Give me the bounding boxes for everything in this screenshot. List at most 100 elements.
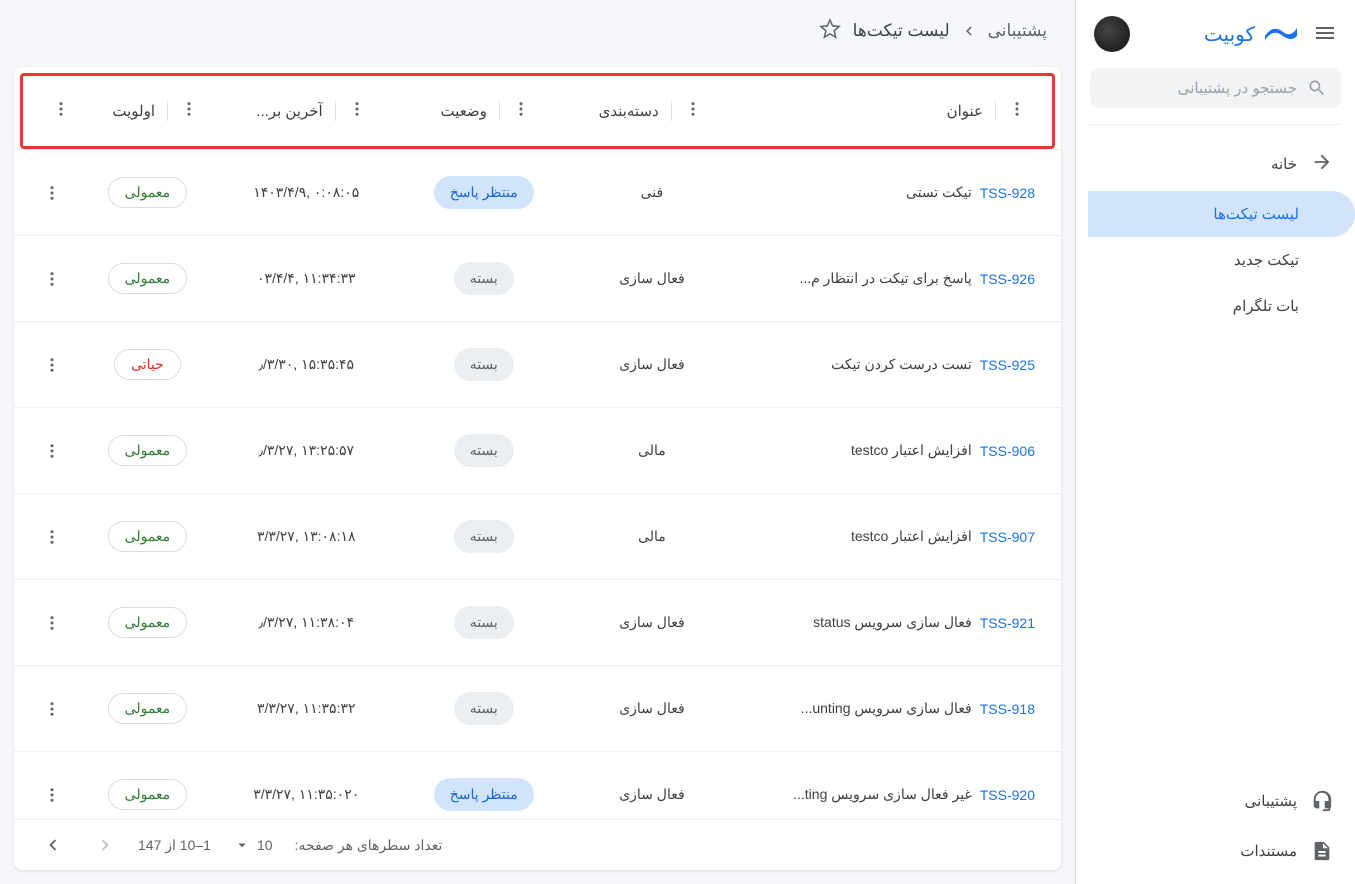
ticket-id[interactable]: TSS-907 — [980, 529, 1035, 545]
cell-status: بسته — [400, 606, 568, 639]
table-row[interactable]: TSS-928 تیکت تستی فنیمنتظر پاسخ۱۴۰۳/۴/۹, ۰… — [14, 149, 1061, 235]
nav-telegram-bot[interactable]: بات تلگرام — [1088, 283, 1355, 329]
status-badge: بسته — [454, 348, 514, 381]
th-updated[interactable]: آخرین بر... — [219, 100, 402, 122]
cell-updated: ٫/۳/۲۷, ۱۱:۳۸:۰۴ — [213, 614, 400, 631]
ticket-id[interactable]: TSS-920 — [980, 787, 1035, 803]
cell-updated: ٫/۳/۲۷, ۱۳:۲۵:۵۷ — [213, 442, 400, 459]
status-badge: بسته — [454, 520, 514, 553]
row-actions[interactable] — [22, 184, 82, 202]
cell-title: TSS-920غیر فعال سازی سرویس ting... — [736, 786, 1053, 803]
ticket-subject: تیکت تستی — [906, 184, 972, 201]
page-prev-icon[interactable] — [94, 834, 116, 856]
pagination-range: 1–10 از 147 — [138, 837, 211, 854]
table-row[interactable]: TSS-906افزایش اعتبار testcoمالیبسته٫/۳/۲… — [14, 407, 1061, 493]
chevron-left-icon — [960, 22, 978, 40]
th-title-label: عنوان — [947, 102, 983, 120]
status-badge: بسته — [454, 692, 514, 725]
ticket-id[interactable]: TSS-926 — [980, 271, 1035, 287]
cell-title: TSS-928 تیکت تستی — [736, 184, 1053, 201]
row-actions[interactable] — [22, 786, 82, 804]
cell-category: مالی — [568, 442, 736, 459]
cell-priority: معمولی — [82, 779, 213, 810]
cell-status: بسته — [400, 262, 568, 295]
th-status[interactable]: وضعیت — [403, 100, 568, 122]
status-badge: منتظر پاسخ — [434, 778, 534, 811]
bottom-docs[interactable]: مستندات — [1076, 826, 1355, 876]
row-actions[interactable] — [22, 528, 82, 546]
rows-per-page-value: 10 — [257, 837, 273, 853]
ticket-id[interactable]: TSS-906 — [980, 443, 1035, 459]
document-icon — [1311, 840, 1333, 862]
row-actions[interactable] — [22, 356, 82, 374]
avatar[interactable] — [1094, 16, 1130, 52]
cell-category: فعال سازی — [568, 786, 736, 803]
cell-updated: ٫/۳/۳۰, ۱۵:۳۵:۴۵ — [213, 356, 400, 373]
row-actions[interactable] — [22, 700, 82, 718]
cell-category: فعال سازی — [568, 614, 736, 631]
nav-new-ticket[interactable]: تیکت جدید — [1088, 237, 1355, 283]
priority-badge: معمولی — [108, 263, 188, 294]
search-input[interactable] — [1104, 80, 1297, 97]
more-icon[interactable] — [348, 100, 366, 122]
cell-updated: ۰۳/۴/۴, ۱۱:۳۴:۳۳ — [213, 270, 400, 287]
nav: خانه لیست تیکت‌ها تیکت جدید بات تلگرام — [1076, 129, 1355, 776]
breadcrumb-root[interactable]: پشتیبانی — [988, 21, 1047, 41]
table-row[interactable]: TSS-918فعال سازی سرویس unting...فعال ساز… — [14, 665, 1061, 751]
th-title[interactable]: عنوان — [733, 100, 1044, 122]
nav-new-ticket-label: تیکت جدید — [1234, 251, 1299, 269]
th-priority-label: اولویت — [112, 102, 155, 120]
nav-home-label: خانه — [1271, 155, 1297, 173]
more-icon[interactable] — [1008, 100, 1026, 122]
bottom-nav: پشتیبانی مستندات — [1076, 776, 1355, 884]
table-row[interactable]: TSS-926 پاسخ برای تیکت در انتظار م... فعال… — [14, 235, 1061, 321]
menu-icon[interactable] — [1313, 21, 1337, 48]
th-category[interactable]: دسته‌بندی — [568, 100, 733, 122]
th-status-label: وضعیت — [440, 102, 486, 120]
star-icon[interactable] — [819, 18, 841, 43]
table-header-highlight: عنوان دسته‌بندی وضعیت — [20, 73, 1055, 149]
th-actions[interactable] — [31, 100, 91, 122]
cell-category: مالی — [568, 528, 736, 545]
cell-priority: معمولی — [82, 521, 213, 552]
row-actions[interactable] — [22, 270, 82, 288]
row-actions[interactable] — [22, 442, 82, 460]
nav-tickets[interactable]: لیست تیکت‌ها — [1088, 191, 1355, 237]
ticket-subject: فعال سازی سرویس status — [813, 614, 972, 631]
cell-category: فنی — [568, 184, 736, 201]
ticket-id[interactable]: TSS-925 — [980, 357, 1035, 373]
table-row[interactable]: TSS-921 فعال سازی سرویس status فعال سازیبس… — [14, 579, 1061, 665]
more-icon[interactable] — [512, 100, 530, 122]
table-row[interactable]: TSS-907افزایش اعتبار testcoمالیبسته۳/۳/۲… — [14, 493, 1061, 579]
search-box[interactable] — [1090, 68, 1341, 108]
breadcrumb: پشتیبانی لیست تیکت‌ها — [853, 21, 1047, 41]
sidebar-header: کوبیت — [1076, 0, 1355, 68]
th-priority[interactable]: اولویت — [91, 100, 219, 122]
row-actions[interactable] — [22, 614, 82, 632]
more-icon[interactable] — [684, 100, 702, 122]
ticket-id[interactable]: TSS-918 — [980, 701, 1035, 717]
cell-updated: ۱۴۰۳/۴/۹, ۰:۰۸:۰۵ — [213, 184, 400, 201]
nav-tickets-label: لیست تیکت‌ها — [1213, 205, 1299, 223]
status-badge: بسته — [454, 262, 514, 295]
rows-per-page-select[interactable]: 10 — [233, 836, 273, 854]
more-icon[interactable] — [180, 100, 198, 122]
cell-status: منتظر پاسخ — [400, 176, 568, 209]
more-icon[interactable] — [52, 100, 70, 122]
cell-status: بسته — [400, 434, 568, 467]
ticket-id[interactable]: TSS-921 — [980, 615, 1035, 631]
cell-category: فعال سازی — [568, 356, 736, 373]
page-next-icon[interactable] — [42, 834, 64, 856]
brand[interactable]: کوبیت — [1144, 22, 1299, 47]
cell-category: فعال سازی — [568, 270, 736, 287]
priority-badge: حیاتی — [114, 349, 181, 380]
cell-updated: ۳/۳/۲۷, ۱۱:۳۵:۳۲ — [213, 700, 400, 717]
nav-home[interactable]: خانه — [1088, 137, 1355, 191]
table-row[interactable]: TSS-920غیر فعال سازی سرویس ting...فعال س… — [14, 751, 1061, 819]
table-row[interactable]: TSS-925تست درست کردن تیکتفعال سازیبسته٫/… — [14, 321, 1061, 407]
th-updated-label: آخرین بر... — [256, 102, 322, 120]
ticket-subject: پاسخ برای تیکت در انتظار م... — [799, 270, 971, 287]
bottom-support[interactable]: پشتیبانی — [1076, 776, 1355, 826]
ticket-id[interactable]: TSS-928 — [980, 185, 1035, 201]
cell-title: TSS-918فعال سازی سرویس unting... — [736, 700, 1053, 717]
